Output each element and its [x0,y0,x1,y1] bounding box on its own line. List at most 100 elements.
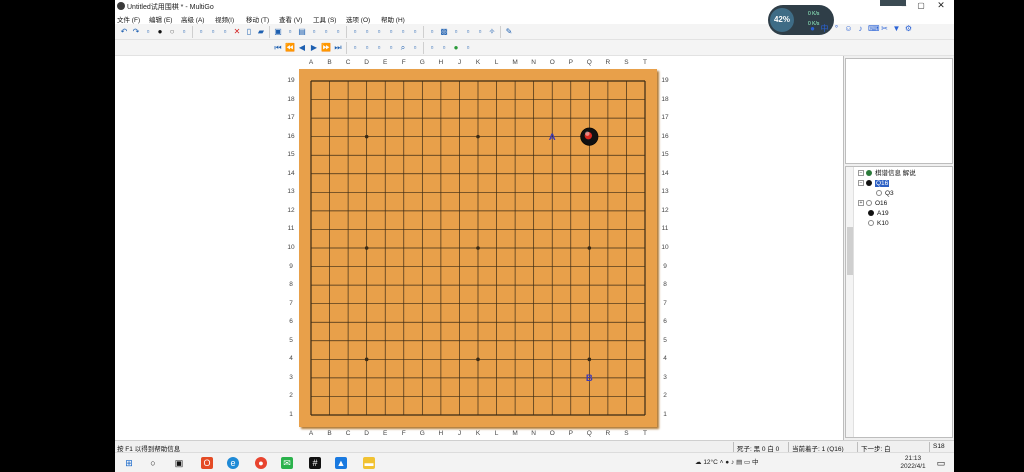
close-icon[interactable]: ✕ [934,0,948,12]
hand-icon[interactable]: ▫ [208,27,218,37]
go-last-icon[interactable]: ⏭ [333,43,343,53]
var-up-icon[interactable]: ▫ [374,43,384,53]
mark-icon[interactable]: ▫ [220,27,230,37]
white-stone-icon[interactable]: ○ [167,27,177,37]
battery-icon[interactable]: ▭ [744,459,750,466]
tree-scrollbar[interactable] [846,167,854,437]
save-as-icon[interactable]: ▫ [285,27,295,37]
alternate-icon[interactable]: ▫ [179,27,189,37]
next-10-icon[interactable]: ⏩ [321,43,331,53]
next-icon[interactable]: ▶ [309,43,319,53]
start-icon[interactable]: ⊞ [123,457,135,469]
weather-icon[interactable]: ☁ [695,459,702,466]
expand-icon[interactable]: + [858,200,864,207]
menu-video[interactable]: 视频(I) [215,14,234,24]
ime-settings-icon[interactable]: ⚙ [904,24,913,33]
go-board[interactable]: AB [299,69,657,427]
var-next-icon[interactable]: ▫ [362,43,372,53]
board-grid-icon[interactable]: ▫ [410,27,420,37]
menu-tools[interactable]: 工具 (S) [313,14,336,24]
menu-advanced[interactable]: 高级 (A) [181,14,204,24]
scroll-thumb[interactable] [847,227,853,275]
lock-icon[interactable]: ▩ [439,27,449,37]
save-icon[interactable]: ▣ [273,27,283,37]
prev-10-icon[interactable]: ⏪ [285,43,295,53]
copy-icon[interactable]: ▫ [333,27,343,37]
speaker-icon[interactable]: ♪ [731,459,734,466]
menu-options[interactable]: 选项 (O) [346,14,370,24]
cut-icon[interactable]: ▫ [362,27,372,37]
chrome-icon[interactable]: ● [255,457,267,469]
print-preview-icon[interactable]: ▫ [309,27,319,37]
select-stone-icon[interactable]: ▫ [143,27,153,37]
export-icon[interactable]: ▫ [321,27,331,37]
find-all-icon[interactable]: ▫ [439,43,449,53]
tree-node-a19[interactable]: A19 [868,209,889,219]
collapse-icon[interactable]: − [858,170,864,177]
search-icon[interactable]: ○ [147,457,159,469]
ime-punct-icon[interactable]: ° [832,24,841,33]
split-view-icon[interactable]: ▫ [475,27,485,37]
ime-keyboard-icon[interactable]: ⌨ [868,24,880,33]
new-icon[interactable]: ▯ [244,27,254,37]
menu-help[interactable]: 帮助 (H) [381,14,405,24]
game-tree[interactable]: − 棋谱信息 解说 − Q16 Q3 + O16 A19 K10 [845,166,953,438]
print-icon[interactable]: ▤ [297,27,307,37]
tree-node-o16[interactable]: + O16 [858,199,887,209]
multigo-taskbar-icon[interactable]: # [309,457,321,469]
app-taskbar-icon[interactable]: ▲ [335,457,347,469]
ime-emoji-icon[interactable]: ☺ [844,24,853,33]
list-view-icon[interactable]: ▫ [463,27,473,37]
tree-node-k10[interactable]: K10 [868,219,889,229]
brush-icon[interactable]: ✎ [504,27,514,37]
paste-icon[interactable]: ▫ [350,27,360,37]
menu-edit[interactable]: 编辑 (E) [149,14,172,24]
board-empty-icon[interactable]: ▫ [427,27,437,37]
network-icon[interactable]: ▤ [736,459,742,466]
delete-icon[interactable]: ✕ [232,27,242,37]
redo-icon[interactable]: ↷ [131,27,141,37]
settings-ball-icon[interactable]: ▫ [463,43,473,53]
edge-icon[interactable]: e [227,457,239,469]
menu-move[interactable]: 移动 (T) [246,14,269,24]
mic-icon[interactable]: ● [725,459,729,466]
black-stone-icon[interactable]: ● [155,27,165,37]
tray-arrow-icon[interactable]: ˄ [720,459,724,466]
go-first-icon[interactable]: ⏮ [273,43,283,53]
ime-tools-icon[interactable]: ✂ [880,24,889,33]
folder-icon[interactable]: ▬ [363,457,375,469]
ime-chinese-icon[interactable]: 中 [820,24,829,33]
office-icon[interactable]: O [201,457,213,469]
tree-view-icon[interactable]: ▫ [451,27,461,37]
comment-box[interactable] [845,58,953,164]
maximize-icon[interactable]: ▢ [912,1,930,11]
tree-node-q3[interactable]: Q3 [876,189,894,199]
menu-file[interactable]: 文件 (F) [117,14,140,24]
ime-logo-icon[interactable]: ● [808,24,817,33]
tree-root[interactable]: − 棋谱信息 解说 [858,169,916,179]
find-next-icon[interactable]: ▫ [410,43,420,53]
board-frame-icon[interactable]: ▫ [398,27,408,37]
ime-indicator-icon[interactable]: 中 [752,459,759,466]
clock[interactable]: 21:13 2022/4/1 [893,455,933,470]
find-icon[interactable]: ⌕ [398,43,408,53]
undo-icon[interactable]: ↶ [119,27,129,37]
ime-voice-icon[interactable]: ♪ [856,24,865,33]
wechat-icon[interactable]: ✉ [281,457,293,469]
collapse-icon[interactable]: − [858,180,864,187]
notification-icon[interactable]: ▭ [935,457,947,469]
puzzle-icon[interactable]: ▫ [374,27,384,37]
ime-skin-icon[interactable]: ▼ [892,24,901,33]
erase-icon[interactable]: ▫ [196,27,206,37]
find-prev-icon[interactable]: ▫ [427,43,437,53]
green-ball-icon[interactable]: ● [451,43,461,53]
tools-icon[interactable]: ✧ [487,27,497,37]
weather-temp[interactable]: 12°C [703,459,718,466]
task-view-icon[interactable]: ▣ [173,457,185,469]
tree-node-q16[interactable]: − Q16 [858,179,890,189]
menu-view[interactable]: 查看 (V) [279,14,302,24]
open-icon[interactable]: ▰ [256,27,266,37]
var-prev-icon[interactable]: ▫ [350,43,360,53]
info-icon[interactable]: ▫ [386,27,396,37]
prev-icon[interactable]: ◀ [297,43,307,53]
